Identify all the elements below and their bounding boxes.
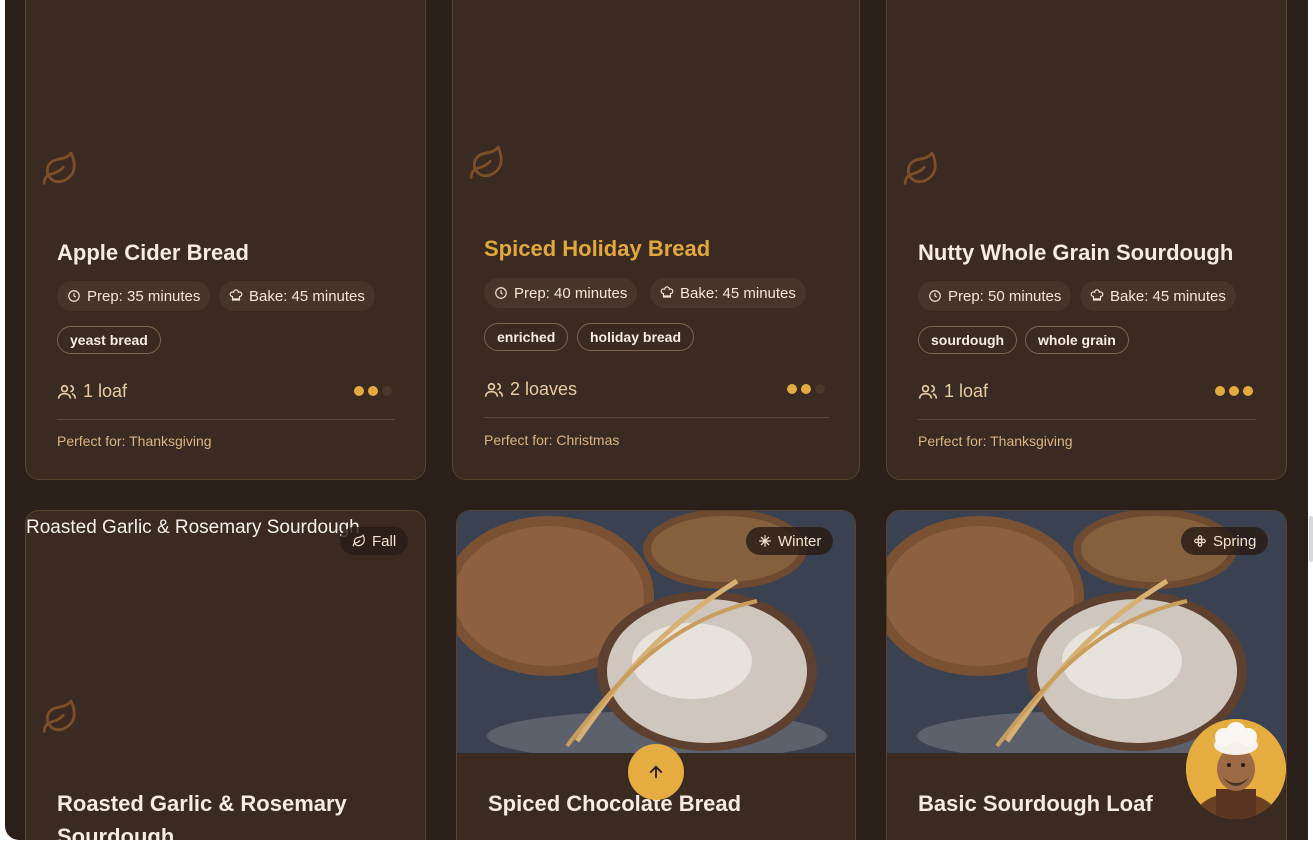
divider <box>918 419 1256 420</box>
tag[interactable]: enriched <box>484 323 569 351</box>
occasion-label: Perfect for: Christmas <box>484 432 620 448</box>
servings-label: 1 loaf <box>83 381 128 401</box>
recipe-title[interactable]: Apple Cider Bread <box>57 240 249 266</box>
tag[interactable]: sourdough <box>918 326 1018 354</box>
difficulty-dot <box>815 384 825 394</box>
scrollbar-handle[interactable] <box>1309 516 1313 562</box>
snowflake-icon <box>759 535 771 547</box>
difficulty-indicator <box>787 384 825 394</box>
season-badge: Winter <box>746 527 834 555</box>
divider <box>57 419 395 420</box>
bake-time-chip: Bake: 45 minutes <box>219 281 375 311</box>
tag[interactable]: yeast bread <box>57 326 161 354</box>
bake-time: Bake: 45 minutes <box>680 284 796 302</box>
arrow-up-icon <box>649 765 663 779</box>
users-icon <box>57 384 77 399</box>
prep-time-chip: Prep: 35 minutes <box>57 281 211 311</box>
prep-time-chip: Prep: 40 minutes <box>484 278 638 308</box>
leaf-icon <box>41 698 79 736</box>
prep-time-chip: Prep: 50 minutes <box>918 281 1072 311</box>
recipe-image-placeholder <box>26 0 425 221</box>
prep-time: Prep: 40 minutes <box>514 284 628 302</box>
recipe-title[interactable]: Spiced Holiday Bread <box>484 236 710 262</box>
recipe-title[interactable]: Nutty Whole Grain Sourdough <box>918 240 1233 266</box>
clock-icon <box>929 290 941 302</box>
season-badge: Spring <box>1181 527 1269 555</box>
tag[interactable]: whole grain <box>1025 326 1129 354</box>
chef-hat-icon <box>229 289 243 301</box>
recipe-card-apple-cider-bread[interactable]: Apple Cider Bread Prep: 35 minutes Bake:… <box>25 0 426 480</box>
chef-hat-icon <box>1090 289 1104 301</box>
clock-icon <box>495 287 507 299</box>
recipe-image-placeholder <box>453 0 859 221</box>
servings-label: 2 loaves <box>510 379 578 399</box>
season-label: Fall <box>372 532 397 550</box>
tag[interactable]: holiday bread <box>577 323 695 351</box>
recipe-grid: Apple Cider Bread Prep: 35 minutes Bake:… <box>5 0 1308 840</box>
occasion-label: Perfect for: Thanksgiving <box>57 433 212 449</box>
scroll-to-top-button[interactable] <box>628 744 684 800</box>
divider <box>484 417 829 418</box>
leaf-icon <box>352 534 365 547</box>
prep-time: Prep: 50 minutes <box>948 287 1062 305</box>
recipe-card-nutty-whole-grain-sourdough[interactable]: Nutty Whole Grain Sourdough Prep: 50 min… <box>886 0 1287 480</box>
bake-time: Bake: 45 minutes <box>249 287 365 305</box>
broken-image-alt-text: Roasted Garlic & Rosemary Sourdough <box>26 517 360 538</box>
servings: 1 loaf <box>918 381 988 402</box>
clock-icon <box>68 290 80 302</box>
recipe-title-line2[interactable]: Sourdough <box>57 824 174 840</box>
leaf-icon <box>902 150 940 188</box>
season-label: Winter <box>778 532 822 550</box>
recipe-title[interactable]: Spiced Chocolate Bread <box>488 791 741 817</box>
difficulty-dot <box>801 384 811 394</box>
servings: 2 loaves <box>484 379 577 400</box>
difficulty-dot <box>1229 386 1239 396</box>
difficulty-dot <box>354 386 364 396</box>
difficulty-dot <box>368 386 378 396</box>
bake-time-chip: Bake: 45 minutes <box>650 278 806 308</box>
recipe-title-line1[interactable]: Roasted Garlic & Rosemary <box>57 791 347 817</box>
leaf-icon <box>468 144 506 182</box>
leaf-icon <box>41 150 79 188</box>
season-badge: Fall <box>340 527 409 555</box>
recipe-card-roasted-garlic-rosemary-sourdough[interactable]: Roasted Garlic & Rosemary Sourdough Fall… <box>25 510 426 840</box>
difficulty-dot <box>382 386 392 396</box>
recipe-card-spiced-holiday-bread[interactable]: Spiced Holiday Bread Prep: 40 minutes Ba… <box>452 0 860 480</box>
chef-assistant-avatar[interactable] <box>1186 719 1286 819</box>
flower-icon <box>1194 535 1206 547</box>
chef-hat-icon <box>660 286 674 298</box>
users-icon <box>484 382 504 397</box>
difficulty-indicator <box>354 386 392 396</box>
bake-time-chip: Bake: 45 minutes <box>1080 281 1236 311</box>
difficulty-indicator <box>1215 386 1253 396</box>
difficulty-dot <box>1243 386 1253 396</box>
prep-time: Prep: 35 minutes <box>87 287 201 305</box>
recipe-title[interactable]: Basic Sourdough Loaf <box>918 791 1153 817</box>
servings-label: 1 loaf <box>944 381 989 401</box>
occasion-label: Perfect for: Thanksgiving <box>918 433 1073 449</box>
difficulty-dot <box>787 384 797 394</box>
recipe-image-placeholder <box>887 0 1286 221</box>
users-icon <box>918 384 938 399</box>
bake-time: Bake: 45 minutes <box>1110 287 1226 305</box>
servings: 1 loaf <box>57 381 127 402</box>
difficulty-dot <box>1215 386 1225 396</box>
season-label: Spring <box>1213 532 1257 550</box>
